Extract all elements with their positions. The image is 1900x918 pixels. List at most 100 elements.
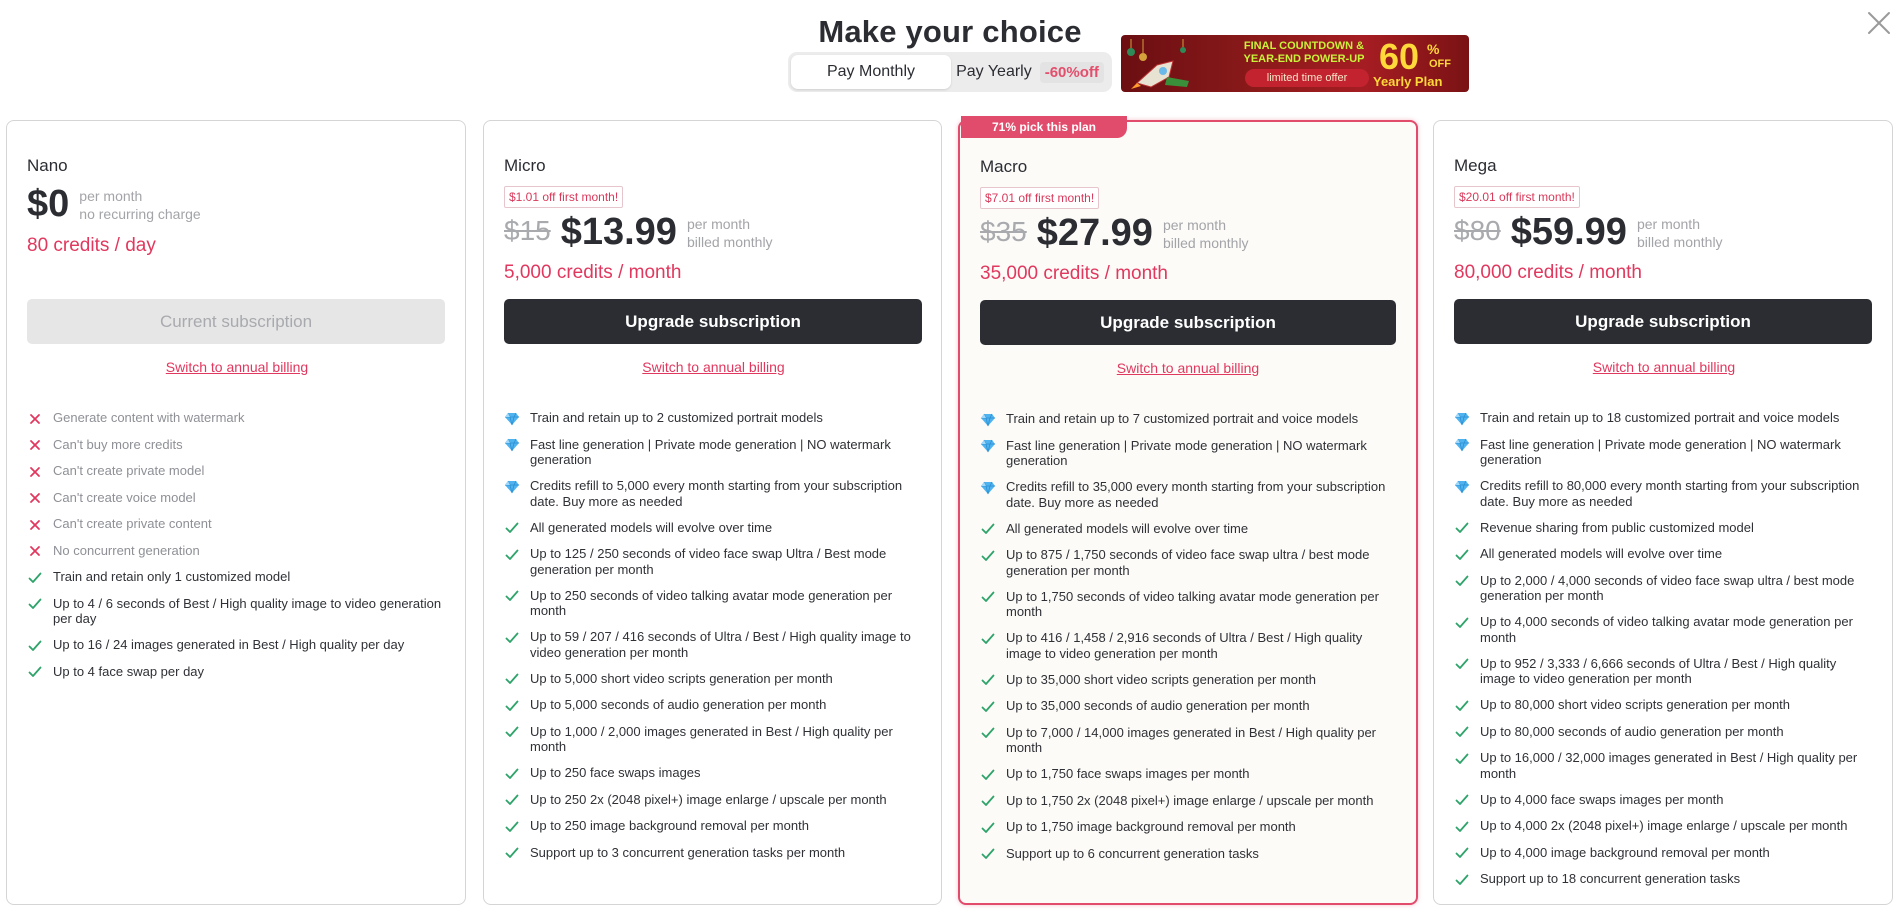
feature-item: All generated models will evolve over ti…	[504, 520, 924, 536]
feature-text: Up to 80,000 seconds of audio generation…	[1480, 723, 1784, 739]
feature-item: Can't create voice model	[27, 490, 447, 506]
plan-card-micro: Micro $1.01 off first month! $15 $13.99 …	[483, 120, 942, 905]
price-row: $35 $27.99 per month billed monthly	[980, 212, 1249, 255]
check-icon	[1454, 698, 1470, 713]
check-icon	[27, 570, 43, 585]
check-icon	[1454, 872, 1470, 887]
feature-text: Support up to 6 concurrent generation ta…	[1006, 845, 1259, 861]
feature-text: All generated models will evolve over ti…	[1480, 546, 1723, 561]
feature-text: Credits refill to 5,000 every month star…	[530, 478, 903, 509]
feature-item: Up to 4,000 seconds of video talking ava…	[1454, 614, 1874, 645]
feature-item: Revenue sharing from public customized m…	[1454, 520, 1874, 536]
pay-monthly-label: Pay Monthly	[826, 63, 916, 80]
current-subscription-button: Current subscription	[27, 299, 445, 344]
feature-item: Train and retain only 1 customized model	[27, 569, 447, 585]
check-icon	[980, 673, 996, 688]
plan-card-macro: 71% pick this plan Macro $7.01 off first…	[958, 116, 1418, 905]
feature-text: Fast line generation | Private mode gene…	[1480, 436, 1841, 468]
feature-item: Up to 7,000 / 14,000 images generated in…	[980, 725, 1400, 756]
check-icon	[1454, 547, 1470, 562]
feature-text: Up to 1,750 image background removal per…	[1006, 819, 1296, 834]
check-icon	[504, 589, 520, 604]
feature-item: Up to 4,000 2x (2048 pixel+) image enlar…	[1454, 818, 1874, 834]
switch-annual-billing-link[interactable]: Switch to annual billing	[1434, 359, 1894, 375]
feature-text: Up to 4,000 2x (2048 pixel+) image enlar…	[1480, 818, 1848, 833]
feature-item: No concurrent generation	[27, 543, 447, 559]
switch-annual-billing-link[interactable]: Switch to annual billing	[7, 359, 467, 375]
upgrade-subscription-button[interactable]: Upgrade subscription	[1454, 299, 1872, 344]
feature-item: Up to 4 / 6 seconds of Best / High quali…	[27, 596, 447, 627]
feature-text: Up to 250 2x (2048 pixel+) image enlarge…	[530, 791, 887, 807]
feature-item: Up to 2,000 / 4,000 seconds of video fac…	[1454, 573, 1874, 604]
cross-icon	[27, 544, 43, 559]
feature-text: Up to 4 / 6 seconds of Best / High quali…	[53, 595, 442, 627]
cross-icon	[27, 411, 43, 426]
check-icon	[980, 820, 996, 835]
credits-amount: 80 credits / day	[27, 235, 156, 256]
check-icon	[980, 794, 996, 809]
price-period: per month billed monthly	[686, 216, 773, 250]
check-icon	[1454, 846, 1470, 861]
feature-text: Up to 1,750 seconds of video talking ava…	[1006, 588, 1379, 620]
switch-annual-billing-link[interactable]: Switch to annual billing	[484, 359, 943, 375]
feature-item: All generated models will evolve over ti…	[1454, 546, 1874, 562]
pay-monthly-option[interactable]: Pay Monthly	[791, 55, 951, 89]
billing-period-toggle[interactable]: Pay Monthly Pay Yearly -60%off	[788, 52, 1112, 92]
feature-item: Up to 1,750 image background removal per…	[980, 819, 1400, 835]
pay-yearly-label: Pay Yearly	[956, 63, 1032, 80]
check-icon	[504, 672, 520, 687]
feature-text: Up to 4 face swap per day	[53, 663, 205, 679]
feature-text: Up to 1,750 face swaps images per month	[1006, 766, 1250, 781]
feature-text: Fast line generation | Private mode gene…	[1006, 437, 1367, 469]
close-icon[interactable]	[1866, 10, 1892, 36]
feature-item: Up to 16,000 / 32,000 images generated i…	[1454, 750, 1874, 781]
feature-text: Support up to 3 concurrent generation ta…	[530, 844, 846, 860]
original-price: $15	[504, 215, 551, 246]
diamond-icon	[1454, 411, 1470, 426]
check-icon	[1454, 657, 1470, 672]
feature-item: Up to 952 / 3,333 / 6,666 seconds of Ult…	[1454, 656, 1874, 687]
feature-text: Up to 250 face swaps images	[530, 765, 701, 780]
diamond-icon	[1454, 438, 1470, 453]
check-icon	[980, 767, 996, 782]
original-price: $80	[1454, 215, 1501, 246]
check-icon	[1454, 793, 1470, 808]
price-row: $80 $59.99 per month billed monthly	[1454, 211, 1723, 254]
year-end-promo-banner[interactable]: FINAL COUNTDOWN & YEAR-END POWER-UP limi…	[1121, 35, 1469, 92]
price: $13.99	[560, 211, 677, 253]
credits-amount: 80,000 credits / month	[1454, 262, 1642, 283]
plan-name: Micro	[504, 156, 546, 175]
check-icon	[980, 631, 996, 646]
upgrade-subscription-button[interactable]: Upgrade subscription	[504, 299, 922, 344]
feature-text: Up to 4,000 seconds of video talking ava…	[1480, 614, 1853, 645]
feature-item: Support up to 3 concurrent generation ta…	[504, 845, 924, 861]
pay-yearly-option[interactable]: Pay Yearly -60%off	[951, 55, 1109, 89]
feature-list: Train and retain up to 2 customized port…	[504, 410, 924, 871]
check-icon	[1454, 819, 1470, 834]
feature-item: Up to 4 face swap per day	[27, 664, 447, 680]
price-period: per month billed monthly	[1636, 216, 1723, 250]
feature-item: Generate content with watermark	[27, 410, 447, 426]
feature-item: Support up to 6 concurrent generation ta…	[980, 846, 1400, 862]
feature-item: Credits refill to 35,000 every month sta…	[980, 479, 1400, 510]
first-month-discount-badge: $20.01 off first month!	[1454, 186, 1580, 208]
feature-item: Up to 250 face swaps images	[504, 765, 924, 781]
check-icon	[504, 846, 520, 861]
feature-item: Up to 4,000 face swaps images per month	[1454, 792, 1874, 808]
switch-annual-billing-link[interactable]: Switch to annual billing	[960, 360, 1416, 376]
price: $27.99	[1036, 212, 1153, 254]
feature-text: Up to 250 image background removal per m…	[530, 818, 809, 833]
feature-text: Up to 875 / 1,750 seconds of video face …	[1006, 547, 1370, 578]
cross-icon	[27, 517, 43, 532]
feature-text: Up to 5,000 short video scripts generati…	[530, 670, 833, 686]
diamond-icon	[980, 480, 996, 495]
feature-item: Can't create private content	[27, 516, 447, 532]
feature-text: Up to 1,750 2x (2048 pixel+) image enlar…	[1006, 792, 1374, 808]
feature-text: Up to 125 / 250 seconds of video face sw…	[530, 546, 887, 577]
upgrade-subscription-button[interactable]: Upgrade subscription	[980, 300, 1396, 345]
feature-text: All generated models will evolve over ti…	[1006, 520, 1249, 536]
feature-item: Up to 35,000 short video scripts generat…	[980, 672, 1400, 688]
diamond-icon	[504, 438, 520, 453]
feature-item: Up to 80,000 seconds of audio generation…	[1454, 724, 1874, 740]
feature-item: Support up to 18 concurrent generation t…	[1454, 871, 1874, 887]
